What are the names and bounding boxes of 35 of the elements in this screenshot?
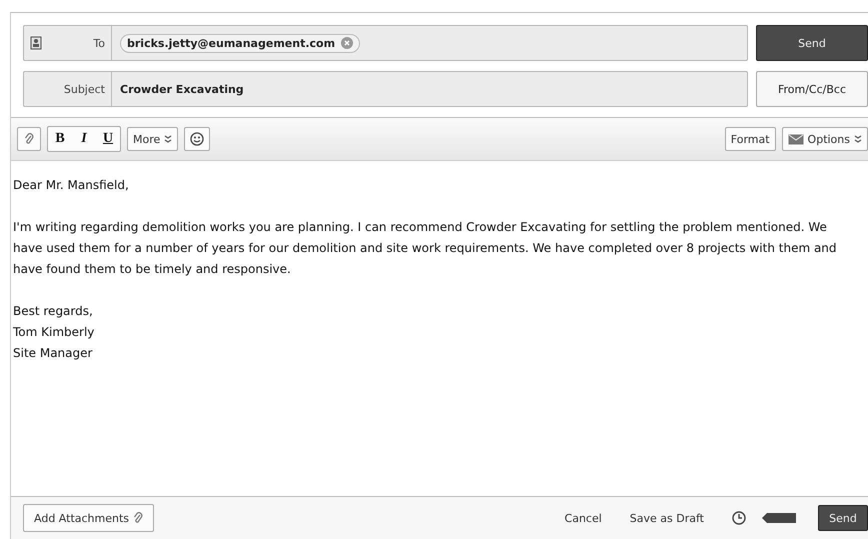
more-button[interactable]: More	[127, 127, 178, 151]
from-cc-bcc-button[interactable]: From/Cc/Bcc	[756, 71, 868, 107]
send-button[interactable]: Send	[756, 25, 868, 61]
options-button[interactable]: Options	[782, 127, 868, 151]
double-chevron-icon	[164, 135, 172, 143]
add-attachments-button[interactable]: Add Attachments	[23, 504, 154, 532]
to-label: To	[93, 36, 105, 50]
tag-icon[interactable]	[762, 513, 796, 523]
footer-send-button[interactable]: Send	[818, 505, 868, 531]
underline-button[interactable]: U	[96, 127, 120, 151]
signature-line: Tom Kimberly	[13, 324, 96, 341]
format-button[interactable]: Format	[724, 127, 776, 151]
paperclip-icon	[24, 133, 34, 145]
attach-button[interactable]	[17, 127, 41, 151]
smiley-icon	[190, 132, 204, 146]
signature-line: Best regards,	[13, 303, 94, 320]
subject-text: Crowder Excavating	[120, 82, 244, 96]
italic-button[interactable]: I	[72, 127, 96, 151]
signature-line: Site Manager	[13, 345, 94, 362]
envelope-icon	[788, 134, 804, 144]
address-book-icon[interactable]	[30, 36, 42, 50]
double-chevron-icon	[854, 135, 862, 143]
recipient-chip[interactable]: bricks.jetty@eumanagement.com	[120, 34, 360, 52]
clock-icon[interactable]	[732, 511, 746, 525]
cancel-link[interactable]: Cancel	[564, 512, 602, 524]
save-draft-link[interactable]: Save as Draft	[630, 512, 704, 524]
bold-button[interactable]: B	[48, 127, 72, 151]
subject-label: Subject	[64, 82, 105, 96]
body-paragraph: I'm writing regarding demolition works you are planning. I can recommend Crowder Excavating for settling the problem mentioned. We have used them for a number of years for our demolition and site work requirements. We have completed over 8 projects with them and have found them to be timely and responsive.	[13, 219, 838, 278]
to-field[interactable]: To bricks.jetty@eumanagement.com	[23, 25, 748, 61]
remove-icon[interactable]	[341, 37, 354, 49]
emoji-button[interactable]	[184, 127, 210, 151]
subject-field[interactable]: Subject Crowder Excavating	[23, 71, 748, 107]
paperclip-icon	[133, 512, 144, 524]
greeting-text: Dear Mr. Mansfield,	[13, 177, 130, 194]
